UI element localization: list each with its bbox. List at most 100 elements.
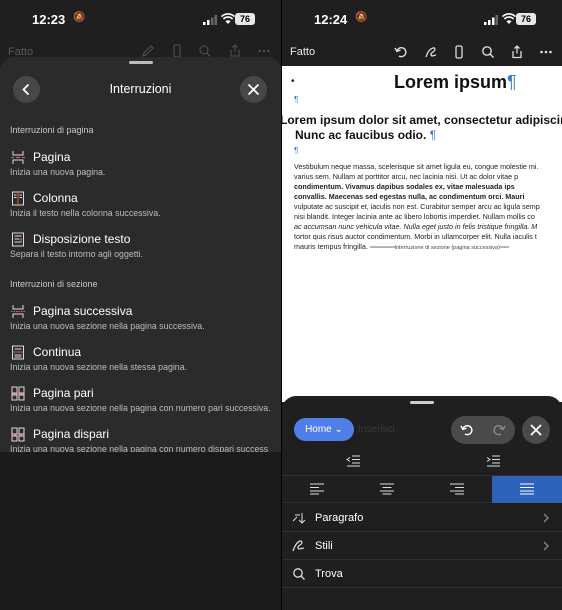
menu-paragraph[interactable]: Paragrafo xyxy=(282,504,562,532)
body-line: tortor quis risus auctor condimentum. Mo… xyxy=(294,232,537,241)
continuous-icon xyxy=(12,345,24,360)
option-description: Inizia una nuova sezione nella pagina su… xyxy=(10,321,205,331)
sheet-grabber[interactable] xyxy=(129,61,153,64)
justify-icon xyxy=(520,483,534,495)
breaks-sheet: Interruzioni Interruzioni di pagina Pagi… xyxy=(0,57,281,454)
close-icon xyxy=(247,83,260,96)
option-description: Inizia una nuova pagina. xyxy=(10,167,106,177)
body-line: ac accumsan nunc vehicula vitae. Nulla e… xyxy=(294,222,538,231)
option-title: Pagina dispari xyxy=(33,427,110,441)
page-break-icon xyxy=(11,151,25,164)
bullet-mark: • xyxy=(291,76,295,87)
empty-background xyxy=(0,452,281,610)
chevron-right-icon xyxy=(543,541,549,551)
done-button[interactable]: Fatto xyxy=(290,46,315,58)
pilcrow-mark: ¶ xyxy=(294,95,299,104)
status-bar: 12:23 🔕 76 xyxy=(0,0,281,40)
silent-bell-icon: 🔕 xyxy=(355,12,368,23)
search-icon[interactable] xyxy=(481,45,495,59)
chevron-right-icon xyxy=(543,513,549,523)
option-description: Inizia una nuova sezione nella stessa pa… xyxy=(10,362,188,372)
section-header-page-breaks: Interruzioni di pagina xyxy=(10,125,94,135)
sheet-grabber[interactable] xyxy=(410,401,434,404)
home-tab-dropdown[interactable]: Home ⌄ xyxy=(294,418,354,441)
option-title: Pagina successiva xyxy=(33,304,133,318)
phone-view-icon[interactable] xyxy=(170,44,184,58)
pen-icon[interactable] xyxy=(141,44,155,58)
section-break-marker: Interruzione di sezione (pagina successi… xyxy=(394,245,500,251)
body-line: Vestibulum neque massa, scelerisque sit … xyxy=(294,162,539,171)
cellular-signal-icon xyxy=(203,15,217,25)
body-line: varius sem. Nullam at porttitor arcu, ne… xyxy=(294,172,519,181)
menu-label: Stili xyxy=(315,540,333,552)
more-icon[interactable] xyxy=(539,45,553,59)
option-next-page[interactable]: Pagina successiva Inizia una nuova sezio… xyxy=(10,302,277,334)
align-right-button[interactable] xyxy=(422,476,492,503)
document-heading[interactable]: Lorem ipsum dolor sit amet, consectetur … xyxy=(282,113,562,143)
undo-icon[interactable] xyxy=(460,423,474,437)
column-break-icon xyxy=(12,191,24,206)
status-bar: 12:24 🔕 76 xyxy=(282,0,562,40)
odd-page-icon xyxy=(11,427,25,442)
wifi-icon xyxy=(221,13,235,24)
option-description: Inizia il testo nella colonna successiva… xyxy=(10,208,161,218)
share-icon[interactable] xyxy=(228,44,242,58)
phone-view-icon[interactable] xyxy=(452,45,466,59)
pen-icon[interactable] xyxy=(424,45,438,59)
body-line: vulputate ac suscipit et, iaculis non es… xyxy=(294,202,540,211)
right-screen: 12:24 🔕 76 Fatto • Lorem ipsum¶ ¶ Lorem … xyxy=(281,0,562,610)
heading-line: Lorem ipsum dolor sit amet, consectetur … xyxy=(282,113,562,127)
close-ribbon-button[interactable] xyxy=(522,416,550,444)
even-page-icon xyxy=(11,386,25,401)
option-title: Disposizione testo xyxy=(33,232,131,246)
undo-icon[interactable] xyxy=(394,45,408,59)
next-page-icon xyxy=(11,305,25,318)
align-left-icon xyxy=(310,483,324,495)
battery-icon: 76 xyxy=(516,13,536,25)
align-center-button[interactable] xyxy=(352,476,422,503)
menu-styles[interactable]: Stili xyxy=(282,532,562,560)
heading-line: Nunc ac faucibus odio. xyxy=(295,128,427,142)
align-left-button[interactable] xyxy=(282,476,352,503)
battery-icon: 76 xyxy=(235,13,255,25)
option-description: Separa il testo intorno agli oggetti. xyxy=(10,249,144,259)
close-button[interactable] xyxy=(240,76,267,103)
option-even-page[interactable]: Pagina pari Inizia una nuova sezione nel… xyxy=(10,384,277,416)
search-icon[interactable] xyxy=(198,44,212,58)
menu-find[interactable]: Trova xyxy=(282,560,562,588)
option-title: Colonna xyxy=(33,191,78,205)
more-icon[interactable] xyxy=(257,44,271,58)
document-canvas[interactable]: • Lorem ipsum¶ ¶ Lorem ipsum dolor sit a… xyxy=(282,66,562,402)
body-line: mauris tempus fringilla. xyxy=(294,242,368,251)
option-title: Continua xyxy=(33,345,82,359)
justify-button[interactable] xyxy=(492,476,562,503)
increase-indent-icon[interactable] xyxy=(486,455,500,467)
body-line: nisi blandit. Integer lacinia ante ac li… xyxy=(294,212,535,221)
option-page-break[interactable]: Pagina Inizia una nuova pagina. xyxy=(10,148,277,180)
alignment-row xyxy=(282,475,562,503)
body-line: condimentum. Vivamus dapibus sodales ex,… xyxy=(294,182,515,191)
undo-redo-group xyxy=(451,416,515,444)
option-continuous[interactable]: Continua Inizia una nuova sezione nella … xyxy=(10,343,277,375)
chevron-down-icon: ⌄ xyxy=(334,424,343,435)
wifi-icon xyxy=(502,13,516,24)
option-column-break[interactable]: Colonna Inizia il testo nella colonna su… xyxy=(10,189,277,221)
text-wrapping-icon xyxy=(12,232,24,247)
align-center-icon xyxy=(380,483,394,495)
sheet-title: Interruzioni xyxy=(109,82,172,96)
share-icon[interactable] xyxy=(510,45,524,59)
cellular-signal-icon xyxy=(484,15,498,25)
menu-label: Paragrafo xyxy=(315,512,364,524)
decrease-indent-icon[interactable] xyxy=(346,455,360,467)
document-title[interactable]: Lorem ipsum¶ xyxy=(394,72,517,93)
menu-label: Trova xyxy=(315,568,343,580)
option-title: Pagina pari xyxy=(33,386,94,400)
search-icon xyxy=(293,568,305,580)
option-text-wrapping[interactable]: Disposizione testo Separa il testo intor… xyxy=(10,230,277,262)
left-screen: 12:23 🔕 76 Fatto Interruzioni Interruzio… xyxy=(0,0,281,610)
redo-icon[interactable] xyxy=(492,423,506,437)
close-icon xyxy=(530,424,542,436)
pilcrow-mark: ¶ xyxy=(429,128,437,142)
status-time: 12:24 xyxy=(314,12,348,27)
document-body[interactable]: Vestibulum neque massa, scelerisque sit … xyxy=(294,162,562,253)
